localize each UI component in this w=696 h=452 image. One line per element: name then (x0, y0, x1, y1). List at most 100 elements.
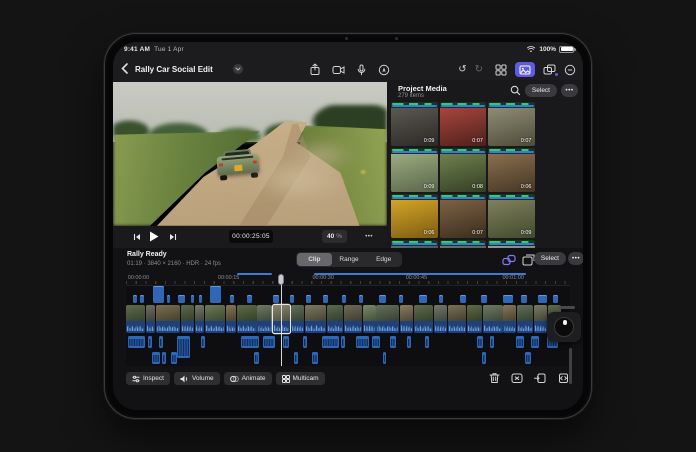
connected-audio-clip[interactable] (283, 336, 289, 348)
media-thumbnail[interactable]: 0:06 (391, 194, 438, 238)
connected-audio-clip[interactable] (241, 336, 259, 348)
mode-option[interactable]: Edge (366, 253, 401, 266)
connected-clip[interactable] (140, 295, 144, 303)
media-thumbnail[interactable]: 0:07 (391, 240, 438, 248)
primary-storyline-clip[interactable] (237, 305, 257, 333)
multicam-button[interactable]: Multicam (276, 372, 325, 385)
primary-storyline-clip[interactable] (181, 305, 194, 333)
connected-clip[interactable] (178, 295, 184, 303)
connected-audio-clip-2[interactable] (254, 352, 259, 364)
media-more-button[interactable]: ••• (561, 84, 578, 97)
jog-wheel[interactable] (547, 312, 581, 342)
primary-storyline-clip[interactable] (434, 305, 447, 333)
primary-storyline-clip[interactable] (363, 305, 376, 333)
skip-forward-icon[interactable] (169, 233, 177, 241)
mode-option[interactable]: Range (332, 253, 367, 266)
mode-option[interactable]: Clip (297, 253, 332, 266)
connected-clip[interactable] (167, 295, 171, 303)
connected-audio-clip[interactable] (201, 336, 205, 348)
connected-clip[interactable] (247, 295, 252, 303)
play-button[interactable] (149, 231, 159, 242)
primary-storyline-clip[interactable] (146, 305, 155, 333)
media-thumbnail[interactable]: 0:07 (440, 194, 487, 238)
connect-clip-icon[interactable] (502, 254, 516, 266)
connected-audio-clip-2[interactable] (312, 352, 318, 364)
share-icon[interactable] (309, 63, 321, 76)
timeline-more-button[interactable]: ••• (568, 252, 583, 265)
connected-audio-clip[interactable] (531, 336, 539, 348)
primary-storyline-clip[interactable] (205, 305, 225, 333)
primary-storyline-clip[interactable] (467, 305, 482, 333)
media-thumbnail[interactable]: 0:06 (488, 148, 535, 192)
connected-clip[interactable] (342, 295, 346, 303)
connected-clip[interactable] (153, 286, 165, 303)
video-viewer[interactable] (113, 82, 387, 226)
overwrite-clip-icon[interactable] (522, 254, 535, 266)
connected-audio-clip[interactable] (490, 336, 494, 348)
connected-audio-clip[interactable] (372, 336, 380, 348)
connected-audio-clip-2[interactable] (171, 352, 177, 364)
media-thumbnail[interactable]: 0:09 (391, 148, 438, 192)
insert-clip-icon[interactable] (534, 372, 546, 384)
connected-clip[interactable] (273, 295, 279, 303)
skip-back-icon[interactable] (133, 233, 141, 241)
connected-audio-clip[interactable] (356, 336, 369, 348)
primary-storyline-clip[interactable] (448, 305, 466, 333)
media-thumbnail[interactable]: 0:07 (488, 102, 535, 146)
timeline-scrollbar[interactable] (569, 348, 572, 384)
connected-clip[interactable] (191, 295, 195, 303)
primary-storyline-clip[interactable] (291, 305, 304, 333)
more-circle-icon[interactable] (564, 64, 576, 76)
title-chevron-down-icon[interactable] (233, 64, 243, 74)
playhead-handle[interactable] (278, 274, 285, 285)
connected-audio-clip-2[interactable] (294, 352, 298, 364)
connected-audio-clip-2[interactable] (152, 352, 160, 364)
primary-storyline-clip[interactable] (226, 305, 236, 333)
undo-icon[interactable]: ↺ (458, 65, 466, 75)
playhead[interactable] (281, 274, 282, 366)
connected-clip[interactable] (460, 295, 466, 303)
connected-clip[interactable] (290, 295, 294, 303)
connected-clip[interactable] (399, 295, 403, 303)
jog-drag-handle[interactable] (559, 306, 575, 309)
media-thumbnail[interactable]: 0:10 (488, 240, 535, 248)
connected-audio-clip-2[interactable] (383, 352, 386, 364)
connected-audio-clip-2[interactable] (482, 352, 486, 364)
connected-clip[interactable] (199, 295, 203, 303)
connected-clip[interactable] (439, 295, 443, 303)
primary-storyline-clip[interactable] (414, 305, 433, 333)
media-thumbnail[interactable]: 0:07 (440, 102, 487, 146)
primary-storyline-clip[interactable] (400, 305, 414, 333)
media-select-button[interactable]: Select (525, 84, 557, 97)
connected-audio-clip[interactable] (177, 336, 190, 358)
compass-icon[interactable] (378, 64, 390, 76)
connected-audio-clip[interactable] (159, 336, 163, 348)
connected-clip[interactable] (481, 295, 486, 303)
connected-audio-clip[interactable] (322, 336, 339, 348)
volume-button[interactable]: Volume (174, 372, 220, 385)
connected-clip[interactable] (306, 295, 310, 303)
connected-clip[interactable] (503, 295, 514, 303)
inspect-button[interactable]: Inspect (126, 372, 170, 385)
connected-clip[interactable] (419, 295, 427, 303)
connected-clip[interactable] (379, 295, 386, 303)
media-thumbnail[interactable]: 0:09 (488, 194, 535, 238)
primary-storyline-clip[interactable] (376, 305, 398, 333)
primary-storyline-clip[interactable] (126, 305, 145, 333)
connected-audio-clip-2[interactable] (162, 352, 166, 364)
connected-audio-clip[interactable] (407, 336, 411, 348)
microphone-icon[interactable] (356, 64, 367, 76)
connected-audio-clip-2[interactable] (525, 352, 531, 364)
connected-audio-clip[interactable] (263, 336, 275, 348)
connected-audio-clip[interactable] (477, 336, 483, 348)
back-button[interactable] (121, 63, 128, 74)
connected-clip[interactable] (359, 295, 363, 303)
connected-clip[interactable] (538, 295, 547, 303)
connected-audio-clip[interactable] (341, 336, 345, 348)
connected-audio-clip[interactable] (148, 336, 152, 348)
connected-clip[interactable] (210, 286, 221, 303)
connected-clip[interactable] (521, 295, 527, 303)
connected-audio-clip[interactable] (303, 336, 307, 348)
redo-icon[interactable]: ↻ (475, 65, 483, 75)
connected-audio-clip[interactable] (128, 336, 145, 348)
